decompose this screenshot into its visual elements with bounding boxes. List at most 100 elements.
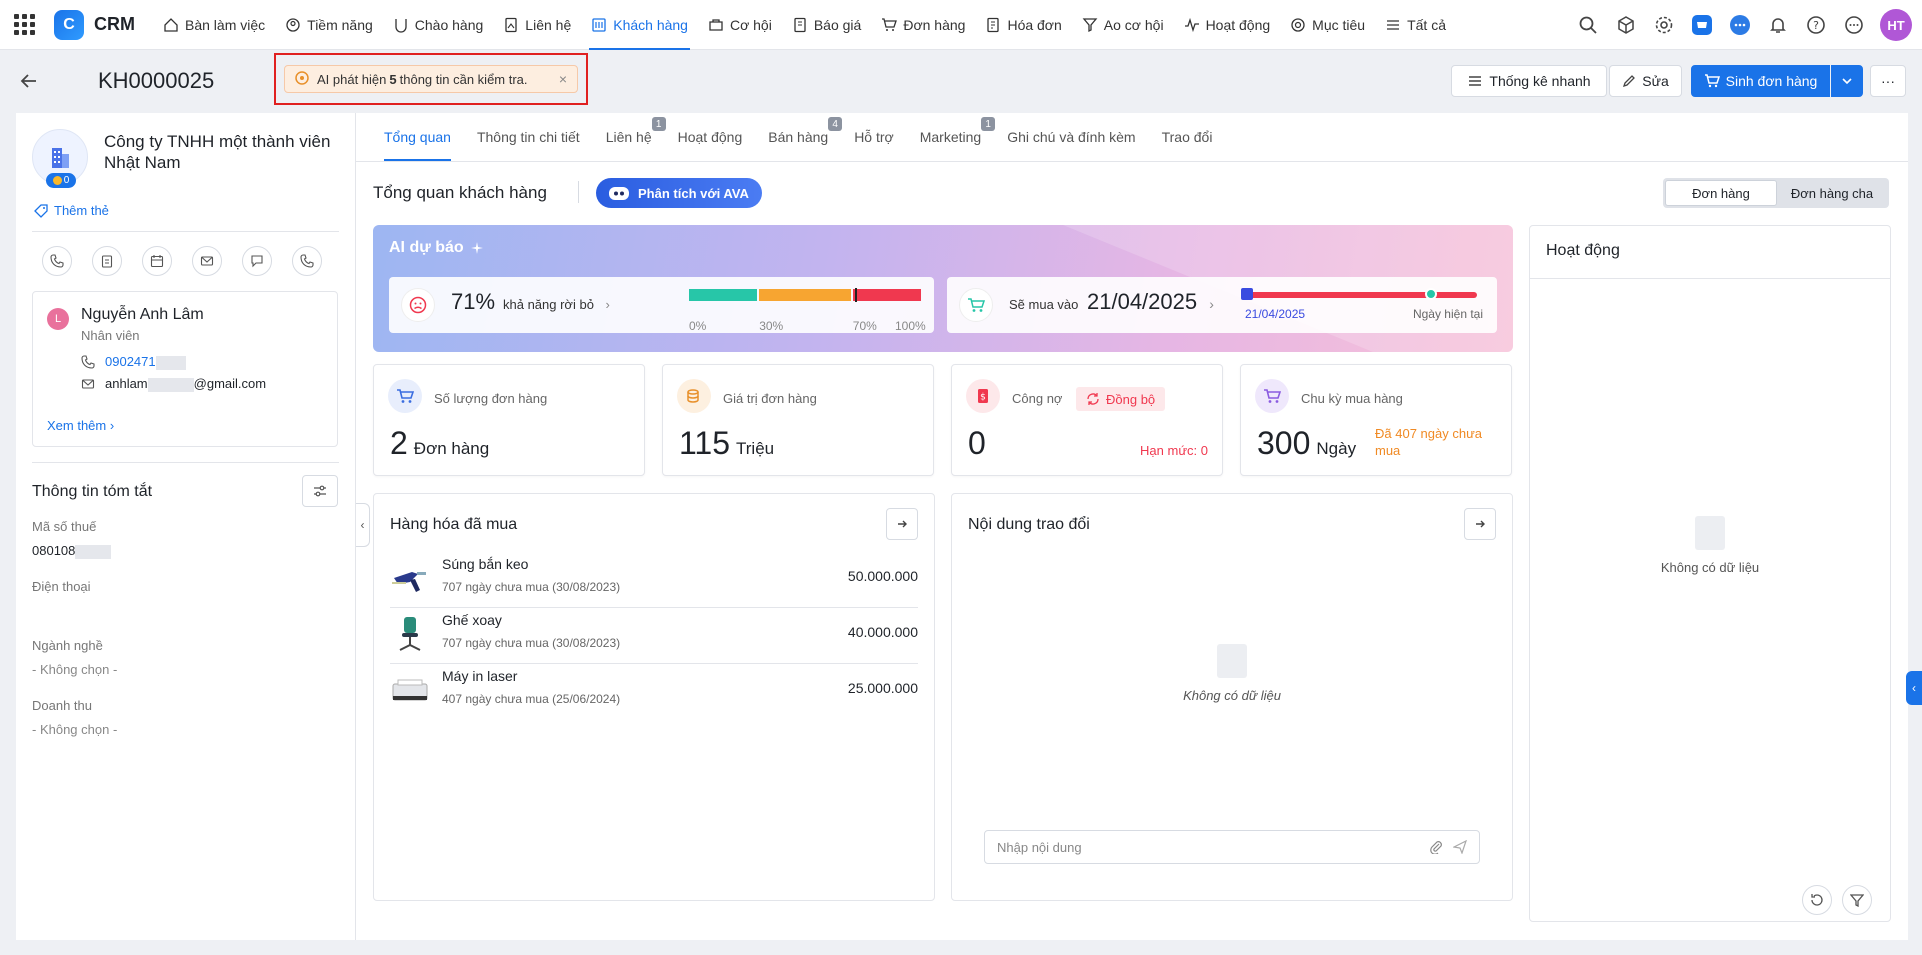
nav-item-4[interactable]: Khách hàng [581, 0, 698, 50]
nav-item-5[interactable]: Cơ hội [698, 0, 782, 50]
edit-button[interactable]: Sửa [1609, 65, 1682, 97]
sync-button[interactable]: Đồng bộ [1076, 387, 1166, 411]
kpi-debt[interactable]: $ Công nợ Đồng bộ 0 Hạn mức: 0 [951, 364, 1223, 476]
gear-icon[interactable] [1652, 13, 1676, 37]
app-grid-icon[interactable] [14, 13, 36, 36]
target-icon [1291, 17, 1305, 32]
kpi-value: 2 Đơn hàng [390, 425, 490, 461]
more-apps-icon[interactable] [1842, 13, 1866, 37]
filter-button[interactable] [1842, 885, 1872, 915]
tab-8[interactable]: Trao đổi [1150, 113, 1227, 161]
mail-icon [81, 379, 95, 389]
tab-6[interactable]: Marketing 1 [908, 113, 996, 161]
segment-orders[interactable]: Đơn hàng [1665, 180, 1777, 206]
user-avatar[interactable]: HT [1880, 9, 1912, 41]
nav-item-3[interactable]: Liên hệ [493, 0, 581, 50]
add-tag-link[interactable]: Thêm thẻ [34, 203, 109, 218]
contact-avatar: L [47, 308, 69, 330]
message-button[interactable] [242, 246, 272, 276]
sliders-icon [314, 485, 326, 497]
tab-0[interactable]: Tổng quan [372, 113, 465, 161]
back-arrow-icon[interactable] [18, 70, 40, 92]
email-button[interactable] [192, 246, 222, 276]
purchased-row[interactable]: Súng bắn keo 707 ngày chưa mua (30/08/20… [390, 552, 918, 608]
customer-code: KH0000025 [98, 68, 215, 93]
side-panel-toggle[interactable]: ‹ [1906, 671, 1922, 705]
churn-box[interactable]: 71% khả năng rời bỏ › 0% 30% 70% 100% [389, 277, 934, 333]
tab-4[interactable]: Bán hàng 4 [756, 113, 843, 161]
nav-item-11[interactable]: Mục tiêu [1280, 0, 1375, 50]
more-button[interactable]: ··· [1870, 65, 1906, 97]
box-icon[interactable] [1614, 13, 1638, 37]
field-value-industry: - Không chọn - [32, 662, 118, 677]
open-arrow-button[interactable] [886, 508, 918, 540]
nav-item-1[interactable]: Tiềm năng [275, 0, 383, 50]
chat-icon[interactable] [1728, 13, 1752, 37]
call-log-button[interactable] [292, 246, 322, 276]
search-icon[interactable] [1576, 13, 1600, 37]
paperclip-icon[interactable] [1429, 840, 1443, 854]
nav-item-8[interactable]: Hóa đơn [975, 0, 1071, 50]
help-icon[interactable]: ? [1804, 13, 1828, 37]
kpi-order-value[interactable]: Giá trị đơn hàng 115 Triệu [662, 364, 934, 476]
ava-analyze-button[interactable]: Phân tích với AVA [596, 178, 762, 208]
refresh-button[interactable] [1802, 885, 1832, 915]
kpi-value: 300 Ngày [1257, 425, 1357, 461]
send-icon[interactable] [1453, 840, 1467, 854]
tab-7[interactable]: Ghi chú và đính kèm [995, 113, 1149, 161]
tab-5[interactable]: Hỗ trợ [842, 113, 908, 161]
glue-gun-image [392, 572, 426, 592]
collapse-panel-button[interactable]: ‹ [356, 503, 370, 547]
product-value: 25.000.000 [847, 680, 918, 696]
ai-alert-banner[interactable]: AI phát hiện 5 thông tin cần kiểm tra. × [284, 65, 578, 93]
tab-badge: 1 [981, 117, 996, 131]
phone-call-button[interactable] [42, 246, 72, 276]
contact-phone[interactable]: 0902471 [81, 354, 186, 370]
svg-text:$: $ [980, 393, 986, 403]
product-name: Súng bắn keo [442, 556, 529, 572]
segment-parent-orders[interactable]: Đơn hàng cha [1777, 180, 1887, 206]
shop-icon[interactable] [1690, 13, 1714, 37]
nav-item-2[interactable]: Chào hàng [383, 0, 494, 50]
tab-1[interactable]: Thông tin chi tiết [465, 113, 594, 161]
prospect-icon [286, 17, 300, 32]
nav-item-12[interactable]: Tất cả [1375, 0, 1456, 50]
next-purchase-box[interactable]: Sẽ mua vào 21/04/2025 › 21/04/2025 Ngày … [947, 277, 1497, 333]
nav-item-6[interactable]: Báo giá [782, 0, 871, 50]
cart-icon [1704, 74, 1720, 88]
purchased-row[interactable]: Máy in laser 407 ngày chưa mua (25/06/20… [390, 664, 918, 720]
quick-stats-button[interactable]: Thống kê nhanh [1451, 65, 1607, 97]
summary-settings-button[interactable] [302, 475, 338, 507]
message-input[interactable]: Nhập nội dung [984, 830, 1480, 864]
nav-item-label: Báo giá [813, 16, 862, 33]
kpi-order-count[interactable]: Số lượng đơn hàng 2 Đơn hàng [373, 364, 645, 476]
create-order-dropdown[interactable] [1831, 65, 1863, 97]
close-icon[interactable]: × [559, 71, 567, 87]
nav-item-label: Liên hệ [525, 16, 572, 33]
tab-3[interactable]: Hoạt động [666, 113, 757, 161]
contact-email[interactable]: anhlam @gmail.com [81, 376, 266, 392]
gauge-mid-segment [759, 289, 851, 301]
product-subtext: 707 ngày chưa mua (30/08/2023) [442, 636, 621, 650]
redaction-mask [155, 355, 186, 370]
gauge-tick: 30% [759, 319, 784, 333]
kpi-value: 115 Triệu [679, 425, 775, 461]
nav-item-9[interactable]: Ao cơ hội [1072, 0, 1174, 50]
contact-name[interactable]: Nguyễn Anh Lâm [81, 306, 204, 324]
bell-icon[interactable] [1766, 13, 1790, 37]
calendar-button[interactable] [142, 246, 172, 276]
coin-count: 0 [63, 175, 70, 186]
tab-divider [356, 161, 1908, 162]
task-button[interactable] [92, 246, 122, 276]
kpi-purchase-cycle[interactable]: Chu kỳ mua hàng 300 Ngày Đã 407 ngày chưa… [1240, 364, 1512, 476]
cart-icon [388, 379, 422, 413]
email-prefix: anhlam [105, 376, 148, 391]
purchased-row[interactable]: Ghế xoay 707 ngày chưa mua (30/08/2023) … [390, 608, 918, 664]
open-arrow-button[interactable] [1464, 508, 1496, 540]
nav-item-10[interactable]: Hoạt động [1174, 0, 1281, 50]
nav-item-0[interactable]: Bàn làm việc [153, 0, 275, 50]
tab-2[interactable]: Liên hệ 1 [594, 113, 666, 161]
create-order-button[interactable]: Sinh đơn hàng [1691, 65, 1830, 97]
nav-item-7[interactable]: Đơn hàng [871, 0, 975, 50]
see-more-link[interactable]: Xem thêm › [47, 418, 114, 433]
